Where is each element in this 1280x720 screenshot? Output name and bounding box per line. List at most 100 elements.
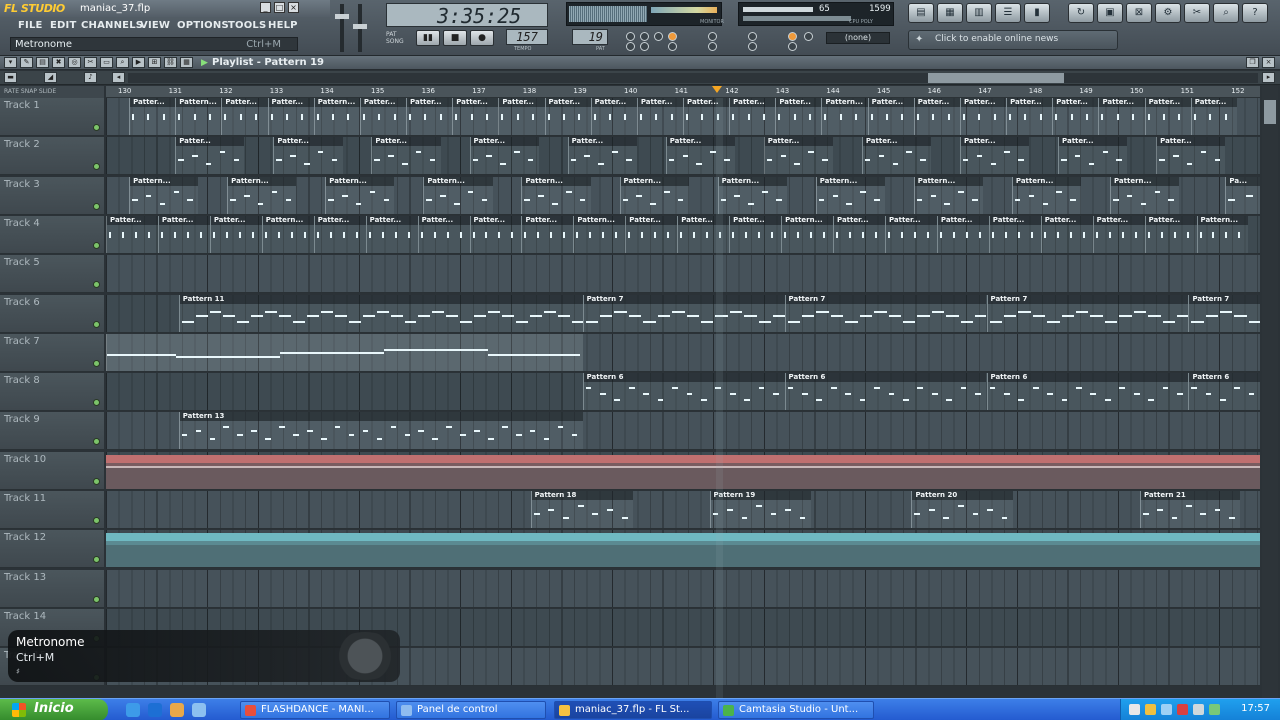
pat-song-switch-label[interactable]: PAT — [386, 31, 397, 38]
playlist-menu-icon[interactable]: ▾ — [4, 57, 17, 68]
snap-icon[interactable]: ⊞ — [148, 57, 161, 68]
menu-channels[interactable]: CHANNELS — [81, 20, 143, 31]
pattern-clip[interactable]: Patter... — [267, 98, 314, 135]
track-enable-led[interactable] — [93, 163, 100, 171]
task-control-panel[interactable]: Panel de control — [396, 701, 546, 719]
snap-settings-icon[interactable]: ◢ — [44, 72, 57, 83]
track-lane[interactable]: Patter... Patter... Patter... Patter... Patt… — [106, 137, 1260, 176]
track-lane[interactable]: Pattern 11 Pattern 7 Pattern 7 Pattern 7 Pat… — [106, 294, 1260, 333]
pattern-clip[interactable]: Patter... — [221, 98, 268, 135]
mute-tool-icon[interactable]: ◎ — [68, 57, 81, 68]
pattern-clip[interactable]: Patter... — [959, 98, 1007, 135]
pattern-clip[interactable]: Pattern... — [1011, 176, 1082, 214]
chain-icon[interactable]: ⛓ — [164, 57, 177, 68]
track-lane[interactable] — [106, 255, 1260, 294]
help-icon[interactable]: ? — [1242, 3, 1268, 23]
pattern-clip[interactable]: Patter... — [469, 215, 522, 253]
track-header[interactable]: Track 7 — [0, 333, 104, 372]
update-icon[interactable] — [1209, 704, 1220, 715]
track-header[interactable]: Track 8 — [0, 373, 104, 412]
pattern-clip[interactable]: Patter... — [936, 215, 989, 253]
menu-view[interactable]: VIEW — [140, 20, 170, 31]
master-volume-slider[interactable] — [335, 4, 349, 52]
pattern-clip[interactable]: Patter... — [1006, 98, 1053, 135]
task-fl-studio[interactable]: maniac_37.flp - FL St... — [554, 701, 712, 719]
pattern-clip[interactable]: Patter... — [833, 215, 885, 253]
track-lane[interactable]: Pattern 6 Pattern 6 Pattern 6 Pattern 6 — [106, 373, 1260, 412]
pattern-clip[interactable]: Patter... — [729, 215, 782, 253]
pattern-clip[interactable]: Patter... — [175, 137, 245, 175]
track-header[interactable]: Track 13 — [0, 569, 104, 608]
mode-dot-11[interactable] — [788, 32, 797, 41]
track-enable-led[interactable] — [93, 202, 100, 210]
pattern-clip[interactable]: Pattern 13 — [178, 412, 583, 450]
step-sequencer-button[interactable]: ▦ — [937, 3, 963, 23]
start-button[interactable]: Inicio — [0, 699, 108, 720]
record-button[interactable]: ● — [470, 30, 494, 46]
pattern-clip[interactable]: Pattern 11 — [178, 294, 583, 332]
pattern-clip[interactable]: Pattern... — [227, 176, 297, 214]
pattern-clip[interactable]: Pattern... — [129, 176, 199, 214]
playlist-close-icon[interactable]: × — [1262, 57, 1275, 68]
track-lane[interactable] — [106, 333, 1260, 372]
close-button[interactable]: × — [288, 2, 299, 13]
quicklaunch-chrome-icon[interactable] — [126, 703, 140, 717]
pattern-clip[interactable]: Patter... — [498, 98, 545, 135]
search-icon[interactable]: ⌕ — [1213, 3, 1239, 23]
pattern-clip[interactable]: Pattern 21 — [1139, 491, 1241, 528]
mode-dot-8[interactable] — [708, 42, 717, 51]
pattern-clip[interactable]: Pattern... — [815, 176, 885, 214]
automation-clip[interactable] — [106, 454, 1260, 489]
browser-button[interactable]: ☰ — [995, 3, 1021, 23]
track-lane[interactable]: Patter... Pattern... Patter... Patter... Pat… — [106, 98, 1260, 136]
mode-dot-13[interactable] — [804, 32, 813, 41]
pattern-clip[interactable]: Pattern 7 — [784, 294, 987, 332]
pattern-clip[interactable]: Patter... — [665, 137, 735, 175]
mode-dot-12[interactable] — [788, 42, 797, 51]
track-header[interactable]: Track 9 — [0, 412, 104, 451]
pattern-clip[interactable]: Patter... — [775, 98, 822, 135]
pattern-clip[interactable]: Patter... — [913, 98, 960, 135]
pause-button[interactable]: ▮▮ — [416, 30, 440, 46]
select-tool-icon[interactable]: ▭ — [100, 57, 113, 68]
pattern-clip[interactable]: Pattern 7 — [986, 294, 1189, 332]
playback-tool-icon[interactable]: ▶ — [132, 57, 145, 68]
audio-clip[interactable] — [106, 533, 1260, 568]
mode-dot-4[interactable] — [640, 42, 649, 51]
online-news-bar[interactable]: ✦ Click to enable online news — [908, 30, 1118, 50]
menu-edit[interactable]: EDIT — [50, 20, 76, 31]
mixer-button[interactable]: ▮ — [1024, 3, 1050, 23]
track-enable-led[interactable] — [93, 556, 100, 564]
pattern-clip[interactable]: Patter... — [106, 215, 158, 253]
pattern-clip[interactable]: Patter... — [625, 215, 678, 253]
horizontal-scroll-thumb[interactable] — [928, 73, 1064, 83]
scroll-right-icon[interactable]: ▸ — [1262, 72, 1275, 83]
track-lane[interactable]: Pattern 18 Pattern 19 Pattern 20 Pattern 21 — [106, 491, 1260, 529]
pattern-clip[interactable]: Pattern... — [325, 176, 395, 214]
mode-dot-7[interactable] — [708, 32, 717, 41]
pattern-clip[interactable]: Patter... — [884, 215, 937, 253]
camtasia-tray-icon[interactable] — [1177, 704, 1188, 715]
pat-song-switch-label-song[interactable]: SONG — [386, 38, 404, 45]
track-enable-led[interactable] — [93, 281, 100, 289]
pattern-clip[interactable]: Pattern 7 — [1188, 294, 1260, 332]
paint-tool-icon[interactable]: ▤ — [36, 57, 49, 68]
minimize-button[interactable]: _ — [260, 2, 271, 13]
pattern-clip[interactable]: Patter... — [209, 215, 262, 253]
slice-tool-icon[interactable]: ✂ — [84, 57, 97, 68]
draw-tool-icon[interactable]: ✎ — [20, 57, 33, 68]
track-enable-led[interactable] — [93, 477, 100, 485]
pattern-clip[interactable]: Pattern... — [313, 98, 360, 135]
pattern-number-display[interactable]: 19 — [572, 29, 608, 45]
song-position-marker[interactable] — [712, 86, 722, 93]
mode-dot-3[interactable] — [640, 32, 649, 41]
quicklaunch-folder-icon[interactable] — [170, 703, 184, 717]
track-enable-led[interactable] — [93, 320, 100, 328]
track-header[interactable]: Track 1 — [0, 98, 104, 136]
pattern-clip[interactable]: Pattern 6 — [986, 373, 1189, 411]
sync-icon[interactable] — [1193, 704, 1204, 715]
pattern-clip[interactable]: Pattern 7 — [582, 294, 785, 332]
pattern-clip[interactable]: Patter... — [452, 98, 499, 135]
track-enable-led[interactable] — [93, 595, 100, 603]
pattern-clip[interactable]: Pattern... — [717, 176, 787, 214]
